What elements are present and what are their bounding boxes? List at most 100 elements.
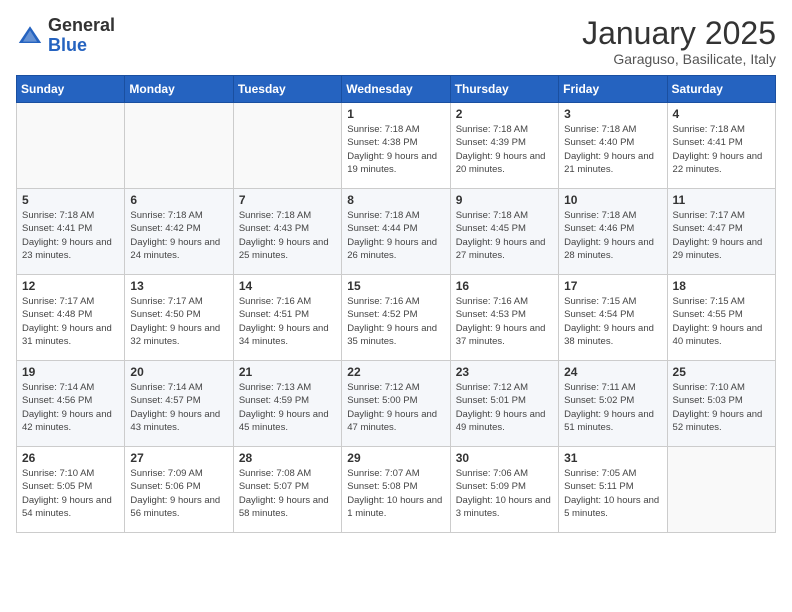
day-number: 23 <box>456 365 553 379</box>
day-info: Sunrise: 7:16 AM Sunset: 4:53 PM Dayligh… <box>456 295 553 348</box>
day-info: Sunrise: 7:18 AM Sunset: 4:38 PM Dayligh… <box>347 123 444 176</box>
day-number: 5 <box>22 193 119 207</box>
day-info: Sunrise: 7:09 AM Sunset: 5:06 PM Dayligh… <box>130 467 227 520</box>
day-info: Sunrise: 7:07 AM Sunset: 5:08 PM Dayligh… <box>347 467 444 520</box>
day-info: Sunrise: 7:18 AM Sunset: 4:46 PM Dayligh… <box>564 209 661 262</box>
day-info: Sunrise: 7:18 AM Sunset: 4:45 PM Dayligh… <box>456 209 553 262</box>
day-info: Sunrise: 7:10 AM Sunset: 5:05 PM Dayligh… <box>22 467 119 520</box>
day-number: 15 <box>347 279 444 293</box>
calendar-cell: 10 Sunrise: 7:18 AM Sunset: 4:46 PM Dayli… <box>559 189 667 275</box>
calendar-cell: 5 Sunrise: 7:18 AM Sunset: 4:41 PM Daylig… <box>17 189 125 275</box>
day-info: Sunrise: 7:16 AM Sunset: 4:52 PM Dayligh… <box>347 295 444 348</box>
day-number: 2 <box>456 107 553 121</box>
calendar-subtitle: Garaguso, Basilicate, Italy <box>582 51 776 67</box>
calendar-cell: 12Sunrise: 7:17 AM Sunset: 4:48 PM Dayli… <box>17 275 125 361</box>
calendar-cell: 28 Sunrise: 7:08 AM Sunset: 5:07 PM Dayli… <box>233 447 341 533</box>
day-number: 17 <box>564 279 661 293</box>
day-number: 14 <box>239 279 336 293</box>
calendar-cell: 8 Sunrise: 7:18 AM Sunset: 4:44 PM Daylig… <box>342 189 450 275</box>
header-cell-tuesday: Tuesday <box>233 76 341 103</box>
day-info: Sunrise: 7:12 AM Sunset: 5:01 PM Dayligh… <box>456 381 553 434</box>
day-number: 24 <box>564 365 661 379</box>
day-number: 20 <box>130 365 227 379</box>
day-number: 21 <box>239 365 336 379</box>
calendar-cell <box>667 447 775 533</box>
calendar-cell: 6 Sunrise: 7:18 AM Sunset: 4:42 PM Daylig… <box>125 189 233 275</box>
header-cell-monday: Monday <box>125 76 233 103</box>
day-info: Sunrise: 7:08 AM Sunset: 5:07 PM Dayligh… <box>239 467 336 520</box>
day-number: 6 <box>130 193 227 207</box>
day-info: Sunrise: 7:14 AM Sunset: 4:57 PM Dayligh… <box>130 381 227 434</box>
day-info: Sunrise: 7:16 AM Sunset: 4:51 PM Dayligh… <box>239 295 336 348</box>
calendar-cell: 14 Sunrise: 7:16 AM Sunset: 4:51 PM Dayli… <box>233 275 341 361</box>
day-number: 9 <box>456 193 553 207</box>
day-info: Sunrise: 7:17 AM Sunset: 4:48 PM Dayligh… <box>22 295 119 348</box>
calendar-cell: 13Sunrise: 7:17 AM Sunset: 4:50 PM Dayli… <box>125 275 233 361</box>
day-number: 10 <box>564 193 661 207</box>
day-info: Sunrise: 7:15 AM Sunset: 4:54 PM Dayligh… <box>564 295 661 348</box>
calendar-cell: 16Sunrise: 7:16 AM Sunset: 4:53 PM Dayli… <box>450 275 558 361</box>
day-info: Sunrise: 7:06 AM Sunset: 5:09 PM Dayligh… <box>456 467 553 520</box>
header-cell-sunday: Sunday <box>17 76 125 103</box>
header-cell-thursday: Thursday <box>450 76 558 103</box>
calendar-cell: 18Sunrise: 7:15 AM Sunset: 4:55 PM Dayli… <box>667 275 775 361</box>
day-number: 3 <box>564 107 661 121</box>
day-info: Sunrise: 7:17 AM Sunset: 4:47 PM Dayligh… <box>673 209 770 262</box>
calendar-cell: 9 Sunrise: 7:18 AM Sunset: 4:45 PM Daylig… <box>450 189 558 275</box>
day-info: Sunrise: 7:13 AM Sunset: 4:59 PM Dayligh… <box>239 381 336 434</box>
day-number: 4 <box>673 107 770 121</box>
calendar-cell: 31 Sunrise: 7:05 AM Sunset: 5:11 PM Dayli… <box>559 447 667 533</box>
calendar-cell: 2Sunrise: 7:18 AM Sunset: 4:39 PM Daylig… <box>450 103 558 189</box>
day-info: Sunrise: 7:10 AM Sunset: 5:03 PM Dayligh… <box>673 381 770 434</box>
logo-icon <box>16 22 44 50</box>
calendar-cell: 11Sunrise: 7:17 AM Sunset: 4:47 PM Dayli… <box>667 189 775 275</box>
logo-text: General Blue <box>48 16 115 56</box>
day-info: Sunrise: 7:11 AM Sunset: 5:02 PM Dayligh… <box>564 381 661 434</box>
day-number: 30 <box>456 451 553 465</box>
calendar-cell: 15 Sunrise: 7:16 AM Sunset: 4:52 PM Dayli… <box>342 275 450 361</box>
logo: General Blue <box>16 16 115 56</box>
calendar-cell: 3Sunrise: 7:18 AM Sunset: 4:40 PM Daylig… <box>559 103 667 189</box>
calendar-cell: 4 Sunrise: 7:18 AM Sunset: 4:41 PM Daylig… <box>667 103 775 189</box>
calendar-cell: 17 Sunrise: 7:15 AM Sunset: 4:54 PM Dayli… <box>559 275 667 361</box>
calendar-cell: 23 Sunrise: 7:12 AM Sunset: 5:01 PM Dayli… <box>450 361 558 447</box>
logo-blue: Blue <box>48 35 87 55</box>
day-info: Sunrise: 7:18 AM Sunset: 4:43 PM Dayligh… <box>239 209 336 262</box>
day-info: Sunrise: 7:18 AM Sunset: 4:44 PM Dayligh… <box>347 209 444 262</box>
day-number: 29 <box>347 451 444 465</box>
title-block: January 2025 Garaguso, Basilicate, Italy <box>582 16 776 67</box>
week-row-1: 1 Sunrise: 7:18 AM Sunset: 4:38 PM Daylig… <box>17 103 776 189</box>
day-info: Sunrise: 7:15 AM Sunset: 4:55 PM Dayligh… <box>673 295 770 348</box>
calendar-cell: 7Sunrise: 7:18 AM Sunset: 4:43 PM Daylig… <box>233 189 341 275</box>
header-cell-saturday: Saturday <box>667 76 775 103</box>
calendar-cell: 25 Sunrise: 7:10 AM Sunset: 5:03 PM Dayli… <box>667 361 775 447</box>
header-row: SundayMondayTuesdayWednesdayThursdayFrid… <box>17 76 776 103</box>
week-row-2: 5 Sunrise: 7:18 AM Sunset: 4:41 PM Daylig… <box>17 189 776 275</box>
day-number: 28 <box>239 451 336 465</box>
day-number: 26 <box>22 451 119 465</box>
week-row-4: 19 Sunrise: 7:14 AM Sunset: 4:56 PM Dayli… <box>17 361 776 447</box>
day-info: Sunrise: 7:18 AM Sunset: 4:41 PM Dayligh… <box>22 209 119 262</box>
day-info: Sunrise: 7:18 AM Sunset: 4:41 PM Dayligh… <box>673 123 770 176</box>
day-number: 27 <box>130 451 227 465</box>
day-number: 22 <box>347 365 444 379</box>
calendar-cell: 22Sunrise: 7:12 AM Sunset: 5:00 PM Dayli… <box>342 361 450 447</box>
day-number: 19 <box>22 365 119 379</box>
header-cell-wednesday: Wednesday <box>342 76 450 103</box>
calendar-body: 1 Sunrise: 7:18 AM Sunset: 4:38 PM Daylig… <box>17 103 776 533</box>
day-info: Sunrise: 7:18 AM Sunset: 4:42 PM Dayligh… <box>130 209 227 262</box>
day-info: Sunrise: 7:17 AM Sunset: 4:50 PM Dayligh… <box>130 295 227 348</box>
week-row-5: 26 Sunrise: 7:10 AM Sunset: 5:05 PM Dayli… <box>17 447 776 533</box>
day-number: 25 <box>673 365 770 379</box>
day-info: Sunrise: 7:05 AM Sunset: 5:11 PM Dayligh… <box>564 467 661 520</box>
calendar-cell <box>125 103 233 189</box>
day-number: 8 <box>347 193 444 207</box>
day-number: 31 <box>564 451 661 465</box>
header-cell-friday: Friday <box>559 76 667 103</box>
day-info: Sunrise: 7:14 AM Sunset: 4:56 PM Dayligh… <box>22 381 119 434</box>
calendar-cell: 19 Sunrise: 7:14 AM Sunset: 4:56 PM Dayli… <box>17 361 125 447</box>
page-header: General Blue January 2025 Garaguso, Basi… <box>16 16 776 67</box>
day-number: 1 <box>347 107 444 121</box>
calendar-cell: 21 Sunrise: 7:13 AM Sunset: 4:59 PM Dayli… <box>233 361 341 447</box>
calendar-cell: 20 Sunrise: 7:14 AM Sunset: 4:57 PM Dayli… <box>125 361 233 447</box>
